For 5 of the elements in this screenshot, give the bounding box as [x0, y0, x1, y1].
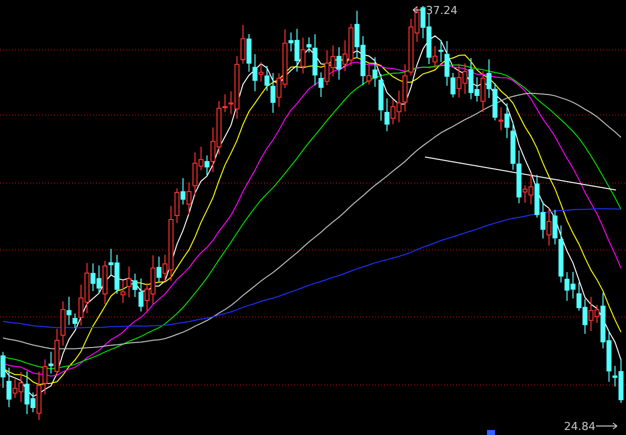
- marker-icon: [487, 430, 495, 435]
- arrow-icon: [596, 422, 618, 430]
- high-price-label: 37.24: [426, 4, 458, 17]
- arrow-icon: [412, 6, 422, 14]
- low-price-label: 24.84: [564, 420, 596, 433]
